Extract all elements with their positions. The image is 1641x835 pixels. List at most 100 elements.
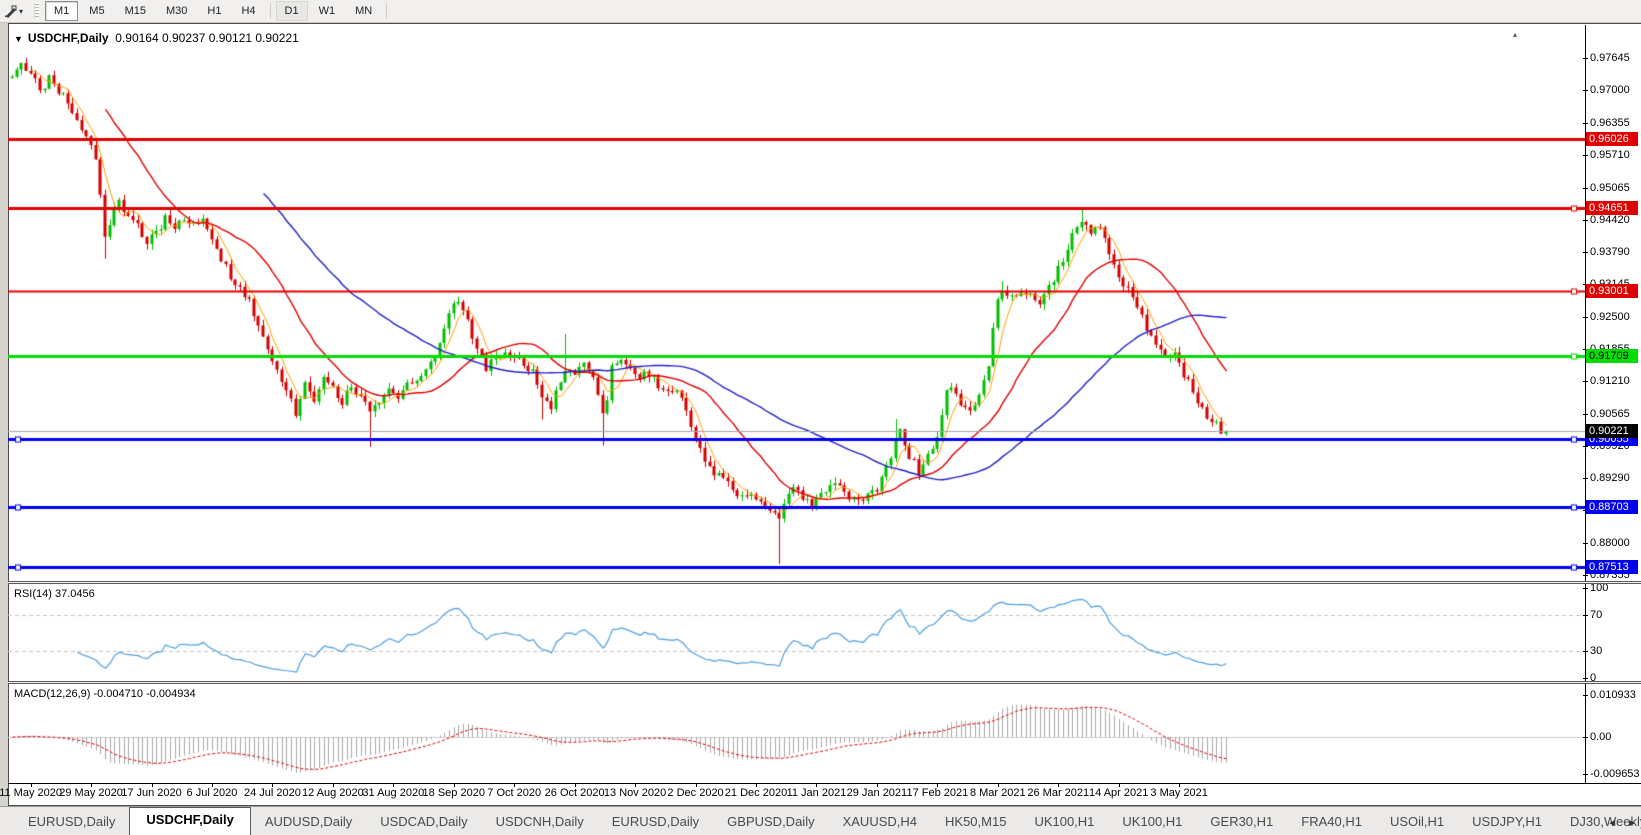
tab-usdjpy-h1[interactable]: USDJPY,H1: [1458, 810, 1556, 835]
tab-eurusd-daily[interactable]: EURUSD,Daily: [598, 810, 713, 835]
time-axis-label: 11 Jan 2021: [787, 787, 847, 799]
price-axis-tick: 0.97000: [1590, 84, 1640, 97]
timeframe-button-m15[interactable]: M15: [116, 1, 155, 21]
rsi-panel-separator[interactable]: [8, 581, 1641, 584]
mt4-window: { "toolbar": { "tool_icon": "cursor-tool…: [0, 0, 1641, 835]
time-axis-tick: [152, 783, 153, 787]
time-axis-label: 12 Aug 2020: [302, 787, 364, 799]
time-axis-label: 6 Jul 2020: [187, 787, 238, 799]
tab-fra40-h1[interactable]: FRA40,H1: [1287, 810, 1376, 835]
time-axis-tick: [998, 783, 999, 787]
time-axis-label: 14 Apr 2021: [1089, 787, 1148, 799]
tab-gbpusd-daily[interactable]: GBPUSD,Daily: [713, 810, 828, 835]
tab-usdcnh-daily[interactable]: USDCNH,Daily: [482, 810, 598, 835]
time-axis-tick: [1119, 783, 1120, 787]
tab-usdchf-daily[interactable]: USDCHF,Daily: [129, 807, 250, 835]
price-axis-tick: 0.93790: [1590, 246, 1640, 259]
price-chart-canvas[interactable]: [8, 25, 1585, 581]
tab-usdcad-daily[interactable]: USDCAD,Daily: [366, 810, 481, 835]
price-level-label: 0.93001: [1586, 284, 1638, 298]
time-axis-label: 29 Jan 2021: [847, 787, 908, 799]
tab-scroll-left-icon[interactable]: ◄: [1607, 818, 1617, 829]
rsi-axis-tick: 30: [1590, 645, 1640, 658]
toolbar-grip[interactable]: [34, 3, 39, 19]
time-axis-label: 31 Aug 2020: [362, 787, 424, 799]
price-axis-tick: 0.96355: [1590, 117, 1640, 130]
time-axis-tick: [454, 783, 455, 787]
price-level-label: 0.94651: [1586, 201, 1638, 215]
time-axis-tick: [393, 783, 394, 787]
time-axis-label: 17 Feb 2021: [906, 787, 968, 799]
price-axis-tick: 0.90565: [1590, 408, 1640, 421]
timeframe-button-h4[interactable]: H4: [232, 1, 264, 21]
time-axis-label: 8 Mar 2021: [970, 787, 1026, 799]
time-axis-tick: [575, 783, 576, 787]
tab-scroll-right-icon[interactable]: ►: [1627, 818, 1637, 829]
time-axis-tick: [877, 783, 878, 787]
macd-chart-canvas[interactable]: [8, 684, 1585, 782]
toolbar-separator: [270, 3, 271, 19]
tab-uk100-h1[interactable]: UK100,H1: [1020, 810, 1108, 835]
price-axis-tick: 0.92500: [1590, 311, 1640, 324]
tab-scroll-buttons: ◄ ►: [1607, 818, 1637, 829]
chart-shift-marker: ▴: [1513, 30, 1517, 39]
symbol-tab-bar: EURUSD,DailyUSDCHF,DailyAUDUSD,DailyUSDC…: [0, 806, 1641, 835]
tab-uk100-h1[interactable]: UK100,H1: [1108, 810, 1196, 835]
chart-title: ▼ USDCHF,Daily 0.90164 0.90237 0.90121 0.…: [14, 31, 299, 45]
price-axis-tick: 0.88000: [1590, 537, 1640, 550]
price-level-label: 0.87513: [1586, 560, 1638, 574]
tab-audusd-daily[interactable]: AUDUSD,Daily: [251, 810, 366, 835]
timeframe-button-h1[interactable]: H1: [198, 1, 230, 21]
macd-panel-separator[interactable]: [8, 681, 1641, 684]
time-axis-label: 21 Dec 2020: [725, 787, 787, 799]
time-axis-tick: [937, 783, 938, 787]
timeframe-buttons: M1M5M15M30H1H4 D1W1MN: [44, 1, 391, 21]
timeframe-button-m5[interactable]: M5: [80, 1, 113, 21]
timeframe-button-m1[interactable]: M1: [45, 1, 78, 21]
chart-dropdown-icon[interactable]: ▼: [14, 34, 23, 44]
time-axis-tick: [514, 783, 515, 787]
time-axis-label: 24 Jul 2020: [244, 787, 301, 799]
tab-xauusd-h4[interactable]: XAUUSD,H4: [829, 810, 931, 835]
price-axis-tick: 0.95710: [1590, 149, 1640, 162]
time-axis-label: 26 Mar 2021: [1027, 787, 1089, 799]
time-axis-tick: [212, 783, 213, 787]
tab-ger30-h1[interactable]: GER30,H1: [1196, 810, 1287, 835]
time-axis-tick: [91, 783, 92, 787]
dropdown-caret-icon: ▾: [19, 7, 23, 16]
rsi-indicator-label: RSI(14) 37.0456: [14, 588, 95, 600]
price-axis-tick: 0.97645: [1590, 52, 1640, 65]
timeframe-button-d1[interactable]: D1: [276, 1, 308, 21]
toolbar-separator: [386, 3, 387, 19]
time-axis-label: 7 Oct 2020: [487, 787, 541, 799]
timeframe-button-w1[interactable]: W1: [310, 1, 345, 21]
chart-symbol-label: USDCHF,Daily: [28, 31, 109, 45]
time-axis-label: 29 May 2020: [59, 787, 123, 799]
rsi-axis-tick: 70: [1590, 609, 1640, 622]
time-axis-tick: [1058, 783, 1059, 787]
price-level-label: 0.91709: [1586, 349, 1638, 363]
price-axis-tick: 0.91210: [1590, 375, 1640, 388]
timeframe-button-mn[interactable]: MN: [346, 1, 381, 21]
macd-axis-tick: 0.010933: [1590, 689, 1640, 702]
time-axis-label: 18 Sep 2020: [423, 787, 485, 799]
tab-hk50-m15[interactable]: HK50,M15: [931, 810, 1020, 835]
time-axis-tick: [635, 783, 636, 787]
time-axis-label: 2 Dec 2020: [667, 787, 723, 799]
time-axis-tick: [756, 783, 757, 787]
time-axis-label: 3 May 2021: [1150, 787, 1207, 799]
time-axis-tick: [31, 783, 32, 787]
price-axis-tick: 0.94420: [1590, 214, 1640, 227]
time-axis-label: 17 Jun 2020: [121, 787, 182, 799]
time-axis-label: 11 May 2020: [0, 787, 62, 799]
current-price-label: 0.90221: [1586, 424, 1638, 438]
time-axis-tick: [272, 783, 273, 787]
time-axis-label: 26 Oct 2020: [545, 787, 605, 799]
cursor-tool-button[interactable]: ▾: [0, 5, 29, 18]
chart-ohlc-values: 0.90164 0.90237 0.90121 0.90221: [115, 31, 299, 45]
rsi-chart-canvas[interactable]: [8, 584, 1585, 681]
tab-usoil-h1[interactable]: USOil,H1: [1376, 810, 1458, 835]
tab-eurusd-daily[interactable]: EURUSD,Daily: [14, 810, 129, 835]
time-axis-line[interactable]: [8, 783, 1641, 784]
timeframe-button-m30[interactable]: M30: [157, 1, 196, 21]
